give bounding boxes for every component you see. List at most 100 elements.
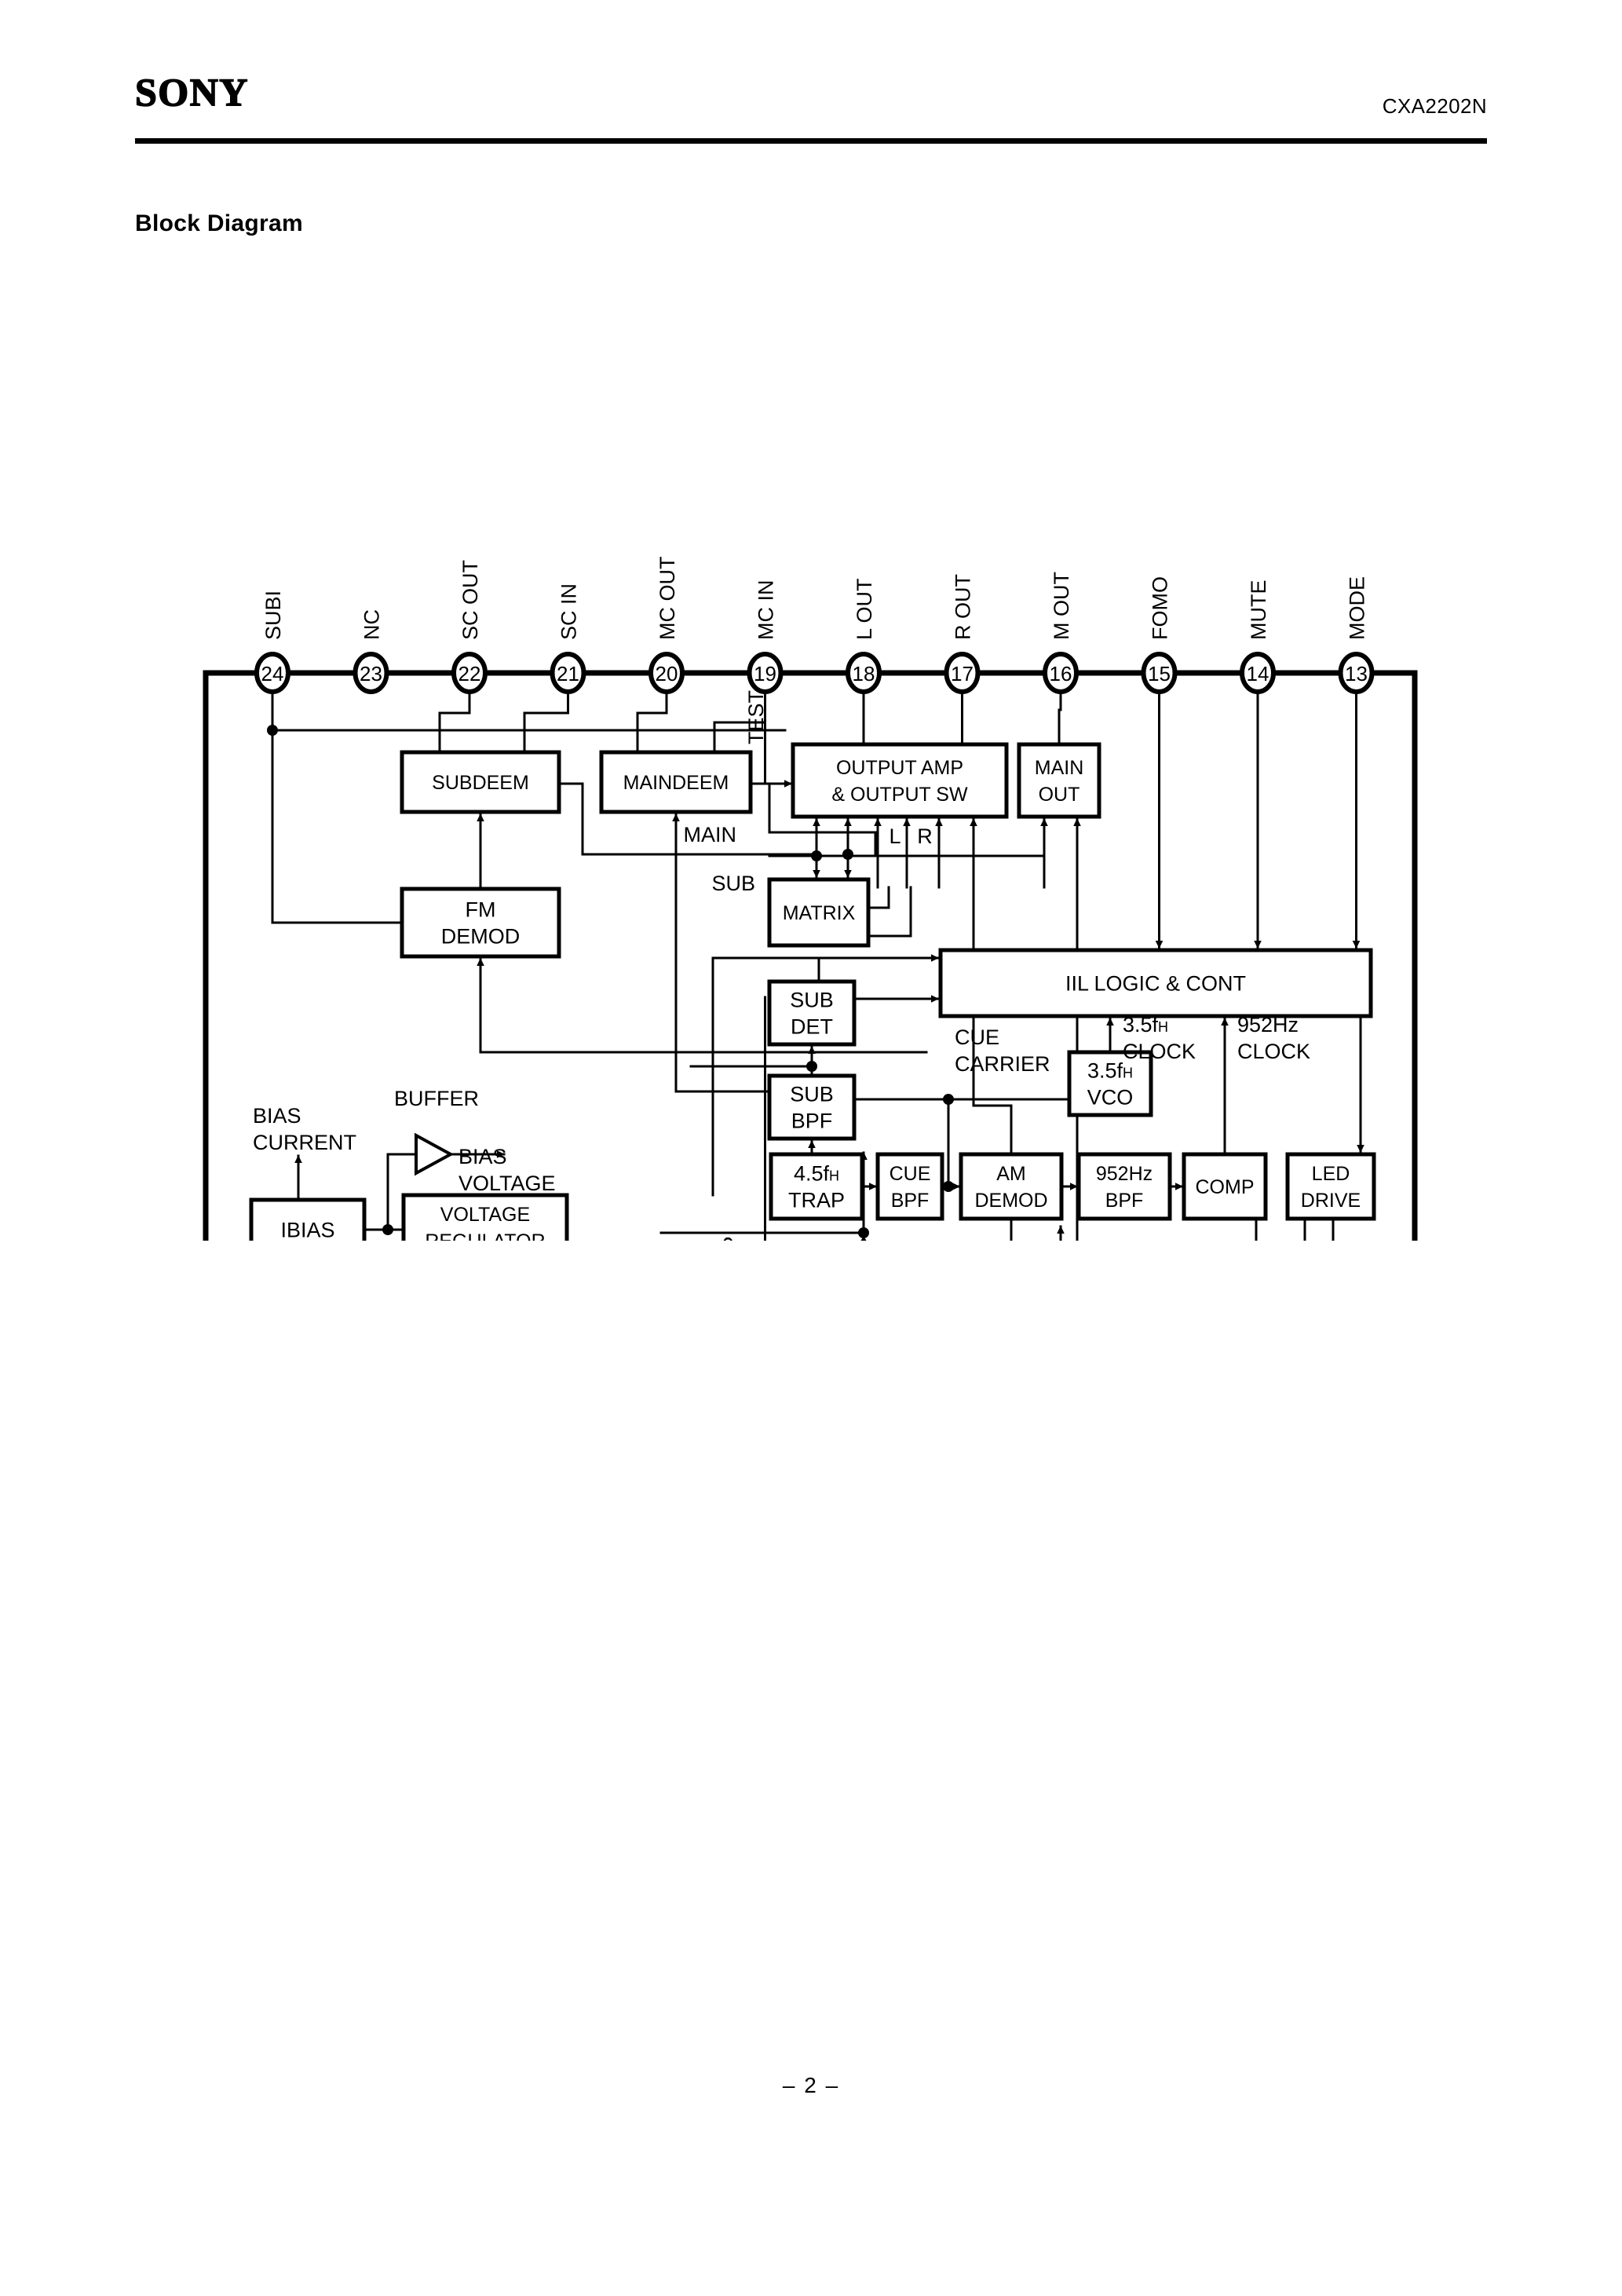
pin-17: 17 R OUT [944, 574, 981, 694]
label-cue-carrier-2: CARRIER [955, 1052, 1050, 1076]
pin-label: R OUT [952, 574, 975, 640]
pin-number: 24 [261, 662, 284, 686]
pin-number: 21 [557, 662, 579, 686]
buffer-triangle [415, 1132, 455, 1176]
pin-number: 20 [656, 662, 678, 686]
block-label: AM [996, 1163, 1026, 1185]
block-matrix: MATRIX [767, 877, 871, 948]
label-bias-current: BIAS [253, 1104, 301, 1128]
pin-label: SUBI [261, 590, 285, 640]
block-label: SUBDEEM [432, 772, 529, 794]
block-main-out: MAIN OUT [1017, 742, 1101, 819]
page-number: – 2 – [782, 2073, 840, 2097]
pin-13: 13 MODE [1338, 576, 1375, 694]
label-in-amp: IN AMP [719, 1236, 743, 1241]
block-label: & OUTPUT SW [831, 784, 968, 806]
block-voltage-regulator: VOLTAGE REGULATOR [401, 1193, 569, 1241]
pin-label: SC OUT [458, 560, 482, 640]
block-label: REGULATOR [425, 1230, 545, 1241]
pin-number: 19 [754, 662, 776, 686]
part-number: CXA2202N [1382, 94, 1487, 118]
sony-logo: SONY [134, 70, 249, 114]
pin-number: 15 [1148, 662, 1171, 686]
pin-number: 17 [951, 662, 974, 686]
label-bias-voltage: BIAS [458, 1145, 507, 1168]
block-label: SUB [790, 1083, 834, 1106]
label-r: R [917, 824, 933, 848]
block-label: MATRIX [783, 902, 856, 924]
block-952-bpf: 952Hz BPF [1076, 1152, 1172, 1221]
block-diagram: SUBDEEM MAINDEEM FM DEMOD OUTPUT AMP & OUTPUT… [0, 259, 1622, 1241]
block-label: BPF [1105, 1190, 1144, 1212]
pin-15: 15 FOMO [1141, 576, 1178, 694]
block-fm-demod: FM DEMOD [400, 887, 561, 959]
block-outline [791, 742, 1009, 819]
pin-label: SC IN [557, 583, 581, 640]
block-maindeem: MAINDEEM [599, 750, 753, 814]
block-label: IBIAS [280, 1219, 334, 1241]
pin-number: 22 [458, 662, 481, 686]
block-diagram-svg: SUBDEEM MAINDEEM FM DEMOD OUTPUT AMP & OUTPUT… [203, 557, 1418, 1241]
block-sub-bpf: SUB BPF [767, 1073, 857, 1141]
block-label: MAIN [1035, 757, 1084, 779]
pin-label: L OUT [853, 578, 876, 640]
pin-number: 16 [1050, 662, 1072, 686]
pin-label: M OUT [1050, 572, 1073, 640]
block-label: VOLTAGE [440, 1204, 530, 1226]
block-am-demod: AM DEMOD [959, 1152, 1064, 1221]
pin-number: 14 [1247, 662, 1269, 686]
block-label: FM [466, 898, 496, 922]
header-divider [135, 138, 1487, 144]
block-outline [1017, 742, 1101, 819]
label-952hz-clock-2: CLOCK [1237, 1040, 1310, 1063]
pin-label: MODE [1346, 576, 1369, 640]
label-buffer: BUFFER [394, 1087, 479, 1110]
pin-23: 23 NC [353, 609, 389, 694]
label-35fh-clock-2: CLOCK [1123, 1040, 1196, 1063]
pin-24: 24 SUBI [254, 590, 290, 694]
block-label: SUB [790, 989, 834, 1012]
block-label: DEMOD [974, 1190, 1047, 1212]
pin-19: 19 MC IN [747, 580, 784, 694]
label-952hz-clock: 952Hz [1237, 1013, 1299, 1036]
block-label: TRAP [788, 1189, 845, 1212]
pin-number: 23 [360, 662, 382, 686]
pin-label: NC [360, 609, 384, 640]
block-label: DEMOD [441, 925, 521, 949]
pin-label: FOMO [1149, 576, 1172, 640]
block-label: BPF [891, 1190, 930, 1212]
pin-20: 20 MC OUT [648, 557, 685, 694]
pin-label: MC IN [754, 580, 778, 641]
block-label: OUTPUT AMP [836, 757, 963, 779]
block-sub-det: SUB DET [767, 979, 857, 1047]
block-label: MAINDEEM [623, 772, 729, 794]
datasheet-page: SONY CXA2202N Block Diagram SUBDEEM MAIND… [0, 0, 1622, 2296]
label-l: L [889, 824, 901, 848]
pin-18: 18 L OUT [846, 578, 882, 694]
pin-22: 22 SC OUT [451, 560, 488, 694]
page-title: Block Diagram [135, 210, 303, 236]
pin-16: 16 M OUT [1043, 572, 1079, 694]
block-label: CUE [890, 1163, 931, 1185]
pin-21: 21 SC IN [550, 583, 586, 694]
label-cue-carrier: CUE [955, 1026, 999, 1049]
block-label: 952Hz [1096, 1163, 1153, 1185]
block-label: LED [1312, 1163, 1350, 1185]
block-iil-logic: IIL LOGIC & CONT [938, 948, 1373, 1018]
block-label: IIL LOGIC & CONT [1065, 972, 1246, 996]
in-amp-triangle [860, 1236, 867, 1241]
block-label: BPF [791, 1110, 833, 1133]
block-trap: 4.5fHTRAP [769, 1152, 864, 1221]
pin-label: MC OUT [656, 557, 679, 640]
block-label: COMP [1196, 1176, 1255, 1198]
block-comp: COMP [1182, 1152, 1268, 1221]
functional-blocks: SUBDEEM MAINDEEM FM DEMOD OUTPUT AMP & OUTPUT… [249, 742, 1376, 1241]
label-main: MAIN [684, 823, 737, 846]
block-led-drive: LED DRIVE [1285, 1152, 1376, 1221]
label-sub: SUB [711, 872, 755, 895]
label-bias-current-2: CURRENT [253, 1131, 356, 1154]
pin-14: 14 MUTE [1240, 580, 1276, 694]
pin-number: 13 [1345, 662, 1368, 686]
label-bias-voltage-2: VOLTAGE [458, 1172, 556, 1195]
block-label: DRIVE [1301, 1190, 1361, 1212]
